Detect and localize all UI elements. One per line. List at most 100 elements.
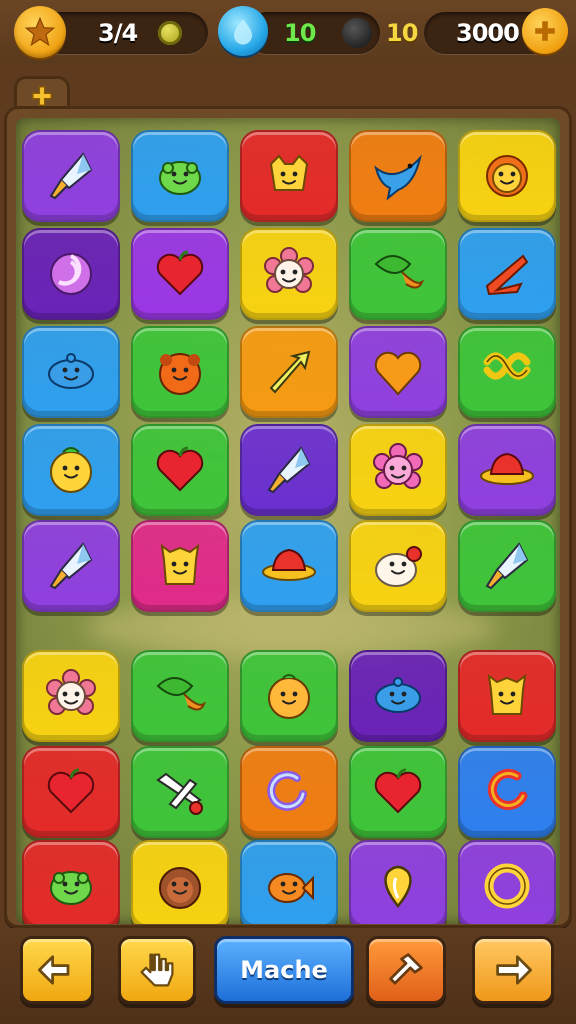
tile-r3-c2[interactable] [131, 326, 229, 418]
tile-r3-c3[interactable] [240, 326, 338, 418]
tile-r1-c5[interactable] [458, 130, 556, 222]
heart-icon [47, 768, 95, 814]
tile-r6-c5[interactable] [458, 650, 556, 742]
shell-icon [50, 253, 92, 295]
orange-lion-icon [159, 353, 201, 395]
heart-icon [156, 250, 204, 296]
bomb-icon [342, 18, 372, 48]
bunny-icon [375, 546, 422, 587]
tile-r5-c5[interactable] [458, 520, 556, 612]
kite-icon [267, 446, 311, 494]
tile-r7-c3[interactable] [240, 746, 338, 838]
heart-icon [156, 446, 204, 492]
tile-r4-c4[interactable] [349, 424, 447, 516]
tile-r1-c2[interactable] [131, 130, 229, 222]
kite-icon [49, 542, 93, 590]
boomerang-icon [485, 254, 529, 296]
tile-r8-c1[interactable] [22, 840, 120, 924]
gems-left-count: 10 [284, 19, 316, 47]
tile-r3-c1[interactable] [22, 326, 120, 418]
gem-icon[interactable] [218, 6, 268, 56]
tile-r5-c3[interactable] [240, 520, 338, 612]
next-button[interactable] [472, 936, 554, 1004]
tile-r1-c3[interactable] [240, 130, 338, 222]
tile-r5-c2[interactable] [131, 520, 229, 612]
tile-r4-c1[interactable] [22, 424, 120, 516]
top-hud: 3/4 10 10 3000 [0, 0, 576, 64]
tile-r8-c2[interactable] [131, 840, 229, 924]
tile-r3-c4[interactable] [349, 326, 447, 418]
sun-blob-icon [50, 447, 92, 493]
right-arrow-icon [496, 955, 532, 985]
tile-r7-c2[interactable] [131, 746, 229, 838]
add-coins-icon[interactable] [522, 8, 568, 54]
pretzel-icon [483, 352, 531, 380]
ring-icon [484, 863, 530, 909]
lion-icon [486, 155, 528, 197]
kite-icon [485, 542, 529, 590]
tile-r6-c4[interactable] [349, 650, 447, 742]
undo-button[interactable] [20, 936, 94, 1004]
tile-r4-c2[interactable] [131, 424, 229, 516]
star-icon[interactable] [14, 6, 66, 58]
orange-fish-icon [268, 873, 314, 903]
undo-arrow-icon [38, 955, 70, 985]
yellow-critter-icon [269, 154, 309, 191]
tile-r7-c5[interactable] [458, 746, 556, 838]
blue-fish-icon [48, 353, 94, 389]
tile-r6-c2[interactable] [131, 650, 229, 742]
green-blob-icon [50, 871, 92, 905]
kite-icon [49, 152, 93, 200]
green-blob-icon [159, 161, 201, 195]
badge-icon [158, 21, 182, 45]
giraffe-icon [160, 543, 200, 585]
tile-r7-c1[interactable] [22, 746, 120, 838]
hat-icon [480, 452, 534, 485]
swirl-icon [267, 770, 307, 811]
tile-r6-c1[interactable] [22, 650, 120, 742]
hammer-button[interactable] [366, 936, 446, 1004]
match-button-label: Mache [240, 956, 328, 984]
hat-icon [262, 548, 316, 581]
gems-right-count: 10 [386, 19, 418, 47]
tile-r4-c3[interactable] [240, 424, 338, 516]
match-button[interactable]: Mache [214, 936, 354, 1004]
tile-r2-c5[interactable] [458, 228, 556, 320]
tile-r8-c4[interactable] [349, 840, 447, 924]
tile-r2-c1[interactable] [22, 228, 120, 320]
arrow-icon [269, 350, 311, 394]
bottom-bar: Mache [0, 928, 576, 1024]
heart-icon [374, 768, 422, 814]
tile-r2-c4[interactable] [349, 228, 447, 320]
leaf-icon [156, 677, 207, 711]
coins-count: 3000 [456, 19, 520, 47]
leaf-icon [374, 255, 425, 289]
hammer-icon [389, 953, 423, 985]
hand-icon [140, 953, 174, 987]
tile-r4-c5[interactable] [458, 424, 556, 516]
brown-lion-icon [159, 867, 201, 909]
tile-r8-c3[interactable] [240, 840, 338, 924]
tile-r5-c4[interactable] [349, 520, 447, 612]
orange-blob-icon [268, 674, 310, 719]
tile-r3-c5[interactable] [458, 326, 556, 418]
tile-r1-c4[interactable] [349, 130, 447, 222]
stars-count: 3/4 [98, 19, 138, 47]
tile-r5-c1[interactable] [22, 520, 120, 612]
tile-r8-c5[interactable] [458, 840, 556, 924]
tile-r6-c3[interactable] [240, 650, 338, 742]
tile-r2-c2[interactable] [131, 228, 229, 320]
orange-heart-icon [374, 351, 422, 396]
tile-r1-c1[interactable] [22, 130, 120, 222]
game-board [16, 118, 560, 924]
pink-flower-icon [373, 443, 423, 489]
blue-fish-icon [375, 677, 421, 713]
red-swirl-icon [487, 769, 528, 810]
tile-r2-c3[interactable] [240, 228, 338, 320]
flower-icon [46, 669, 96, 715]
flower-icon [264, 247, 314, 293]
tile-r7-c4[interactable] [349, 746, 447, 838]
drop-icon [384, 865, 412, 908]
giraffe-icon [487, 673, 527, 715]
hint-button[interactable] [118, 936, 196, 1004]
